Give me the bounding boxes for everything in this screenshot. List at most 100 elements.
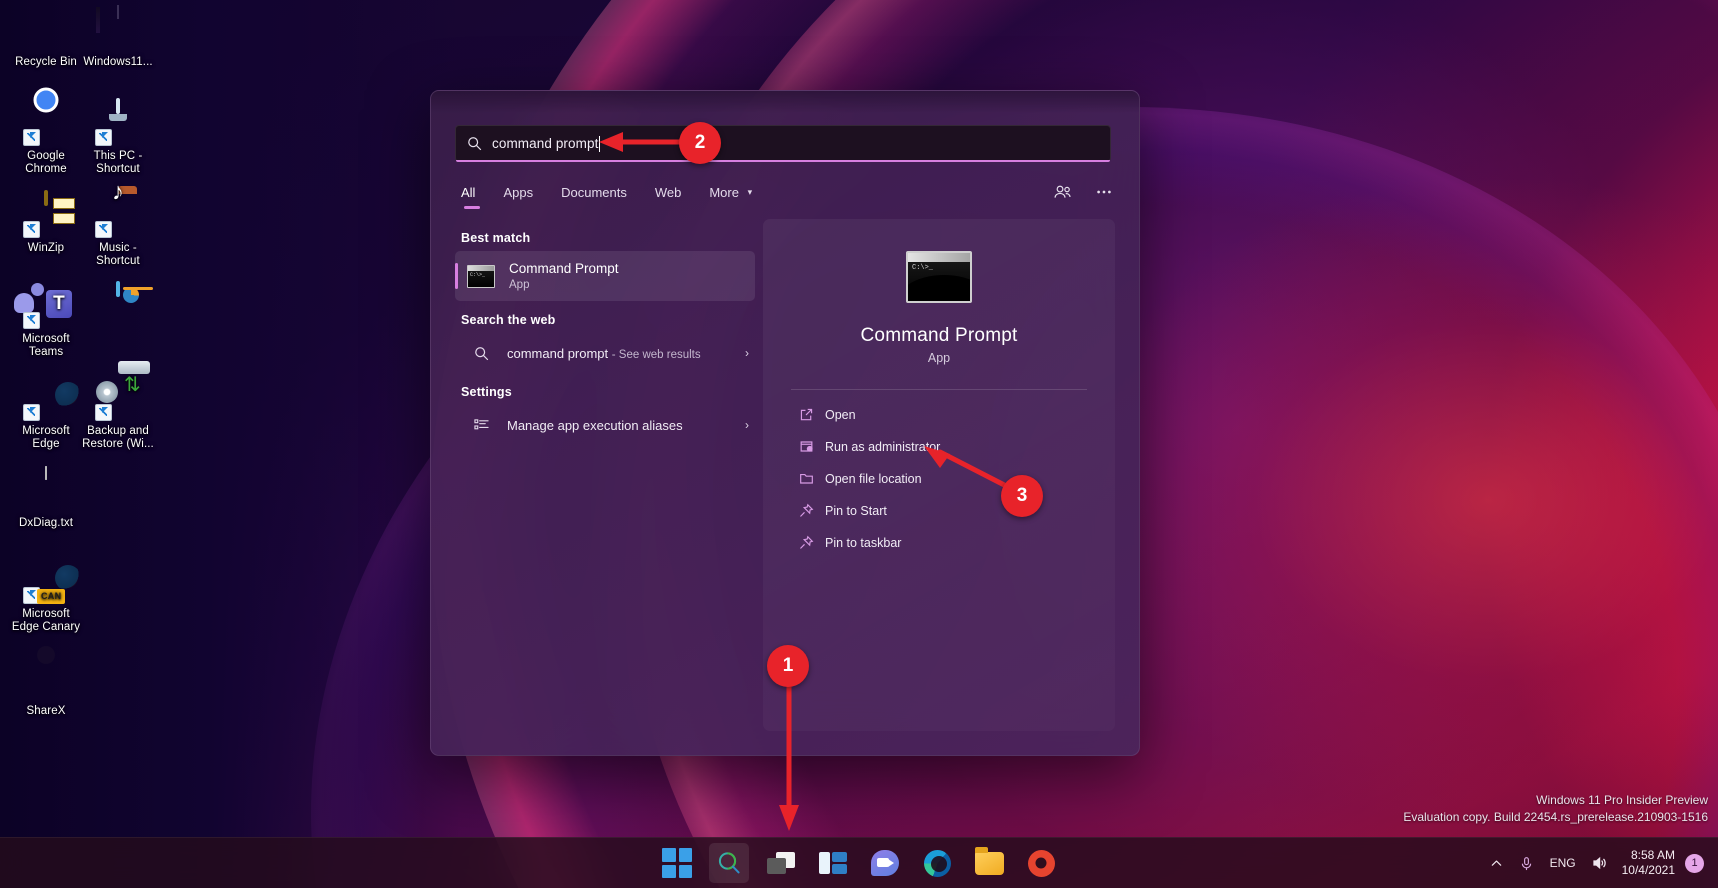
task-view-button[interactable] bbox=[761, 843, 801, 883]
preview-title: Command Prompt bbox=[763, 325, 1115, 347]
tray-overflow-button[interactable] bbox=[1482, 845, 1511, 881]
desktop-icon-sharex[interactable]: ShareX bbox=[10, 655, 82, 718]
search-results-column: Best match C:\>_ Command Prompt App Sear… bbox=[455, 219, 755, 445]
desktop-icon-label: Windows11... bbox=[82, 56, 154, 69]
annotation-2-search-query: 2 bbox=[679, 122, 721, 164]
shield-admin-icon bbox=[793, 439, 819, 454]
best-match-heading: Best match bbox=[461, 231, 755, 245]
chat-button[interactable] bbox=[865, 843, 905, 883]
action-label: Pin to Start bbox=[825, 504, 887, 518]
music-folder-icon bbox=[95, 192, 141, 238]
tab-more[interactable]: More ▾ bbox=[695, 181, 766, 204]
pin-icon bbox=[793, 503, 819, 518]
desktop-icon-windows11-wallpaper[interactable]: Windows11... bbox=[82, 6, 154, 69]
search-toolbar bbox=[1047, 177, 1119, 207]
chevron-right-icon[interactable]: › bbox=[745, 346, 749, 360]
chevron-right-icon[interactable]: › bbox=[745, 418, 749, 432]
desktop-icon-dxdiag-txt[interactable]: DxDiag.txt bbox=[10, 467, 82, 530]
taskbar: ENG 8:58 AM 10/4/2021 1 bbox=[0, 837, 1718, 888]
desktop-icon-label: Microsoft Edge bbox=[10, 425, 82, 451]
desktop-icon-microsoft-edge[interactable]: Microsoft Edge bbox=[10, 375, 82, 451]
search-tabs: All Apps Documents Web More ▾ bbox=[455, 175, 766, 209]
desktop-icon-label: Music - Shortcut bbox=[82, 242, 154, 268]
teams-icon: T bbox=[23, 283, 69, 329]
notification-badge[interactable]: 1 bbox=[1685, 854, 1704, 873]
chevron-down-icon: ▾ bbox=[748, 187, 753, 198]
desktop-icon-performance-monitor[interactable] bbox=[82, 283, 154, 333]
windows-logo-icon bbox=[662, 848, 692, 878]
system-tray: ENG 8:58 AM 10/4/2021 1 bbox=[1482, 838, 1708, 888]
command-prompt-icon: C:\>_ bbox=[465, 260, 497, 292]
annotation-arrow-1 bbox=[777, 685, 803, 835]
watermark-line-1: Windows 11 Pro Insider Preview bbox=[1403, 792, 1708, 809]
desktop-icon-label: Microsoft Teams bbox=[10, 333, 82, 359]
desktop-icon-microsoft-edge-canary[interactable]: CAN Microsoft Edge Canary bbox=[10, 558, 82, 634]
action-label: Open bbox=[825, 408, 856, 422]
chat-icon bbox=[871, 850, 899, 876]
result-subtitle: App bbox=[509, 278, 619, 293]
search-icon bbox=[456, 136, 492, 151]
search-the-web-heading: Search the web bbox=[461, 313, 755, 327]
desktop-icon-label: Google Chrome bbox=[10, 150, 82, 176]
file-explorer-button[interactable] bbox=[969, 843, 1009, 883]
desktop-icon-music-shortcut[interactable]: Music - Shortcut bbox=[82, 192, 154, 268]
action-label: Pin to taskbar bbox=[825, 536, 901, 550]
language-indicator[interactable]: ENG bbox=[1542, 845, 1584, 881]
widgets-button[interactable] bbox=[813, 843, 853, 883]
desktop-icon-microsoft-teams[interactable]: T Microsoft Teams bbox=[10, 283, 82, 359]
desktop-icon-label: Microsoft Edge Canary bbox=[10, 608, 82, 634]
more-options-icon[interactable] bbox=[1089, 177, 1119, 207]
pin-icon bbox=[793, 535, 819, 550]
search-query-text: command prompt bbox=[492, 136, 598, 151]
volume-icon[interactable] bbox=[1584, 845, 1616, 881]
result-manage-app-execution-aliases[interactable]: Manage app execution aliases › bbox=[455, 405, 755, 445]
edge-canary-icon: CAN bbox=[23, 558, 69, 604]
widgets-icon bbox=[819, 852, 847, 874]
action-pin-to-taskbar[interactable]: Pin to taskbar bbox=[789, 528, 1089, 557]
text-file-icon bbox=[23, 467, 69, 513]
flyout-top-shade bbox=[431, 91, 1139, 113]
sharex-button[interactable] bbox=[1021, 843, 1061, 883]
folder-icon bbox=[975, 852, 1004, 875]
tab-apps[interactable]: Apps bbox=[489, 181, 547, 204]
annotation-3-run-as-administrator: 3 bbox=[1001, 475, 1043, 517]
web-result-suffix: - See web results bbox=[612, 349, 701, 361]
action-open[interactable]: Open bbox=[789, 400, 1089, 429]
desktop-icon-label: Recycle Bin bbox=[10, 56, 82, 69]
search-button[interactable] bbox=[709, 843, 749, 883]
settings-heading: Settings bbox=[461, 385, 755, 399]
desktop-icon-backup-and-restore[interactable]: ⇅ Backup and Restore (Wi... bbox=[82, 375, 154, 451]
people-icon[interactable] bbox=[1047, 177, 1077, 207]
sharex-icon bbox=[23, 655, 69, 701]
search-input[interactable]: command prompt bbox=[455, 125, 1111, 162]
backup-restore-icon: ⇅ bbox=[95, 375, 141, 421]
tab-all[interactable]: All bbox=[455, 181, 489, 204]
preview-divider bbox=[791, 389, 1087, 390]
desktop-icon-this-pc-shortcut[interactable]: This PC - Shortcut bbox=[82, 100, 154, 176]
result-web-search[interactable]: command prompt - See web results › bbox=[455, 333, 755, 373]
tab-documents[interactable]: Documents bbox=[547, 181, 641, 204]
action-label: Open file location bbox=[825, 472, 922, 486]
sharex-icon bbox=[1028, 850, 1055, 877]
settings-result-label: Manage app execution aliases bbox=[507, 418, 683, 433]
desktop-icon-recycle-bin[interactable]: Recycle Bin bbox=[10, 6, 82, 69]
desktop-icon-label: This PC - Shortcut bbox=[82, 150, 154, 176]
list-settings-icon bbox=[465, 418, 497, 433]
start-button[interactable] bbox=[657, 843, 697, 883]
clock[interactable]: 8:58 AM 10/4/2021 bbox=[1616, 848, 1685, 878]
microphone-icon[interactable] bbox=[1511, 845, 1542, 881]
tab-web[interactable]: Web bbox=[641, 181, 696, 204]
monitor-icon bbox=[95, 100, 141, 146]
taskbar-button-group bbox=[657, 838, 1061, 888]
desktop-icon-winzip[interactable]: WinZip bbox=[10, 192, 82, 255]
desktop-icon-label: ShareX bbox=[10, 705, 82, 718]
desktop-icon-google-chrome[interactable]: Google Chrome bbox=[10, 100, 82, 176]
clock-date: 10/4/2021 bbox=[1622, 863, 1675, 878]
edge-icon bbox=[924, 850, 951, 877]
desktop-icon-label: WinZip bbox=[10, 242, 82, 255]
microsoft-edge-button[interactable] bbox=[917, 843, 957, 883]
result-command-prompt[interactable]: C:\>_ Command Prompt App bbox=[455, 251, 755, 301]
desktop-icon-label: Backup and Restore (Wi... bbox=[82, 425, 154, 451]
desktop-icon-label: DxDiag.txt bbox=[10, 517, 82, 530]
canary-badge: CAN bbox=[37, 589, 65, 604]
